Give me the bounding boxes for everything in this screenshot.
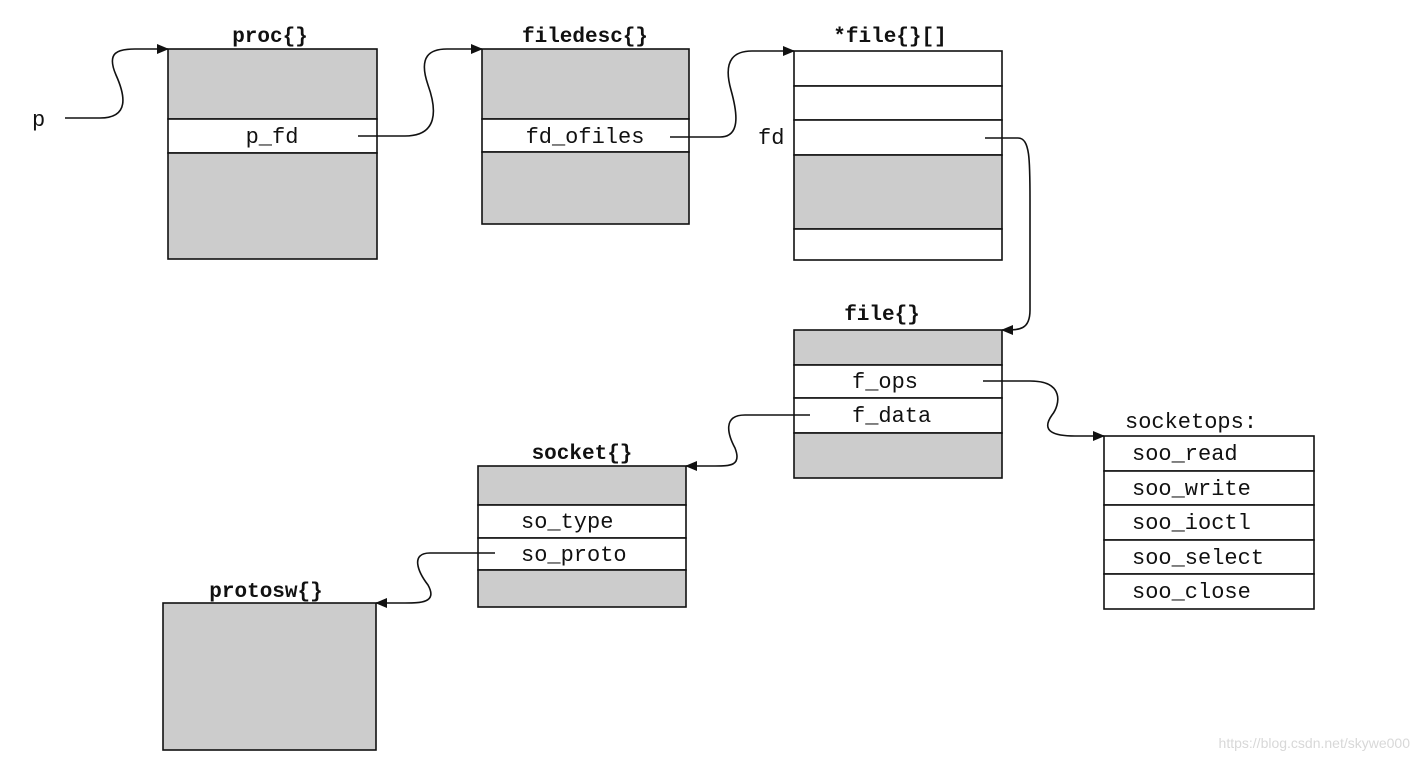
struct-file: file{} f_ops f_data <box>793 304 1003 479</box>
struct-socketops: socketops: soo_read soo_write soo_ioctl … <box>1103 410 1315 610</box>
shaded-field <box>793 432 1003 479</box>
field-label: fd_ofiles <box>526 125 645 150</box>
field-label: soo_read <box>1132 442 1238 467</box>
field-label: so_type <box>521 510 613 535</box>
fd-label: fd <box>758 126 784 151</box>
struct-title: socketops: <box>1125 410 1257 435</box>
shaded-field <box>167 152 378 260</box>
shaded-field <box>481 48 690 120</box>
array-slot-fd <box>793 119 1003 156</box>
array-slot <box>793 85 1003 121</box>
shaded-field <box>477 465 687 506</box>
field-label: soo_write <box>1132 477 1251 502</box>
array-slot <box>793 228 1003 261</box>
arrow-so_proto-to-protosw <box>375 552 495 608</box>
field-label: f_ops <box>852 370 918 395</box>
struct-proc: proc{} p_fd <box>167 26 378 260</box>
field-label: f_data <box>852 404 931 429</box>
struct-file-array: *file{}[] fd <box>758 26 1003 261</box>
field-label: so_proto <box>521 543 627 568</box>
field-label: soo_ioctl <box>1132 511 1251 536</box>
struct-title: protosw{} <box>209 581 322 604</box>
arrow-p-to-proc <box>65 44 169 119</box>
struct-socket: socket{} so_type so_proto <box>477 443 687 608</box>
struct-title: filedesc{} <box>522 26 648 49</box>
shaded-field <box>477 569 687 608</box>
array-slot <box>793 50 1003 87</box>
shaded-field <box>162 602 377 751</box>
struct-protosw: protosw{} <box>162 581 377 751</box>
shaded-field <box>481 151 690 225</box>
arrow-f_data-to-socket <box>685 414 810 471</box>
shaded-field <box>167 48 378 120</box>
struct-title: file{} <box>844 304 920 327</box>
struct-title: socket{} <box>532 443 633 466</box>
pointer-p-label: p <box>32 108 45 133</box>
watermark: https://blog.csdn.net/skywe000 <box>1219 735 1411 751</box>
shaded-field <box>793 329 1003 366</box>
struct-filedesc: filedesc{} fd_ofiles <box>481 26 690 225</box>
struct-title: proc{} <box>232 26 308 49</box>
diagram: proc{} p_fd filedesc{} fd_ofiles *file{}… <box>32 26 1411 751</box>
field-label: soo_select <box>1132 546 1264 571</box>
struct-title: *file{}[] <box>833 26 946 49</box>
field-label: soo_close <box>1132 580 1251 605</box>
shaded-field <box>793 154 1003 230</box>
field-label: p_fd <box>246 125 299 150</box>
